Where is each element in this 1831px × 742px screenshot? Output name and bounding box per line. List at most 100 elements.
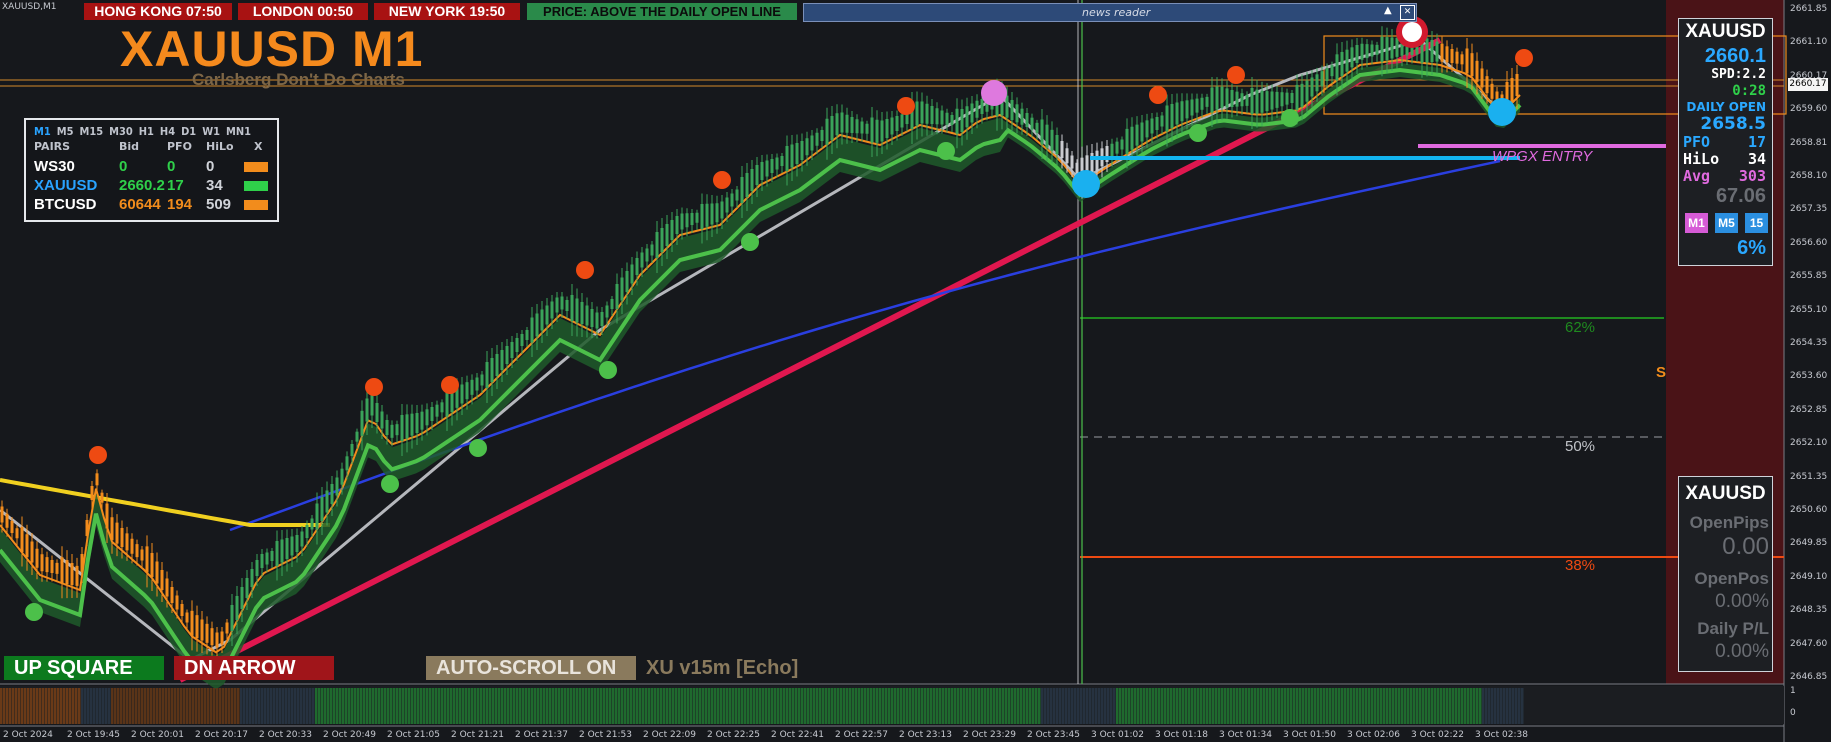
- time-axis-label: 2 Oct 19:45: [67, 730, 120, 740]
- pink-dot: [981, 80, 1007, 106]
- histogram-bar: [1272, 688, 1275, 724]
- tf-button-m1[interactable]: M1: [1685, 213, 1708, 233]
- histogram-bar: [1380, 688, 1383, 724]
- histogram-bar: [1437, 688, 1440, 724]
- histogram-bar: [1173, 688, 1176, 724]
- histogram-bar: [903, 688, 906, 724]
- candle-body: [370, 394, 374, 416]
- histogram-bar: [474, 688, 477, 724]
- chart-window-tab[interactable]: XAUUSD,M1: [2, 2, 57, 12]
- histogram-bar: [834, 688, 837, 724]
- histogram-bar: [855, 688, 858, 724]
- candle-body: [1225, 88, 1229, 108]
- price-axis-label: 2655.85: [1790, 271, 1828, 282]
- candle-body: [590, 309, 594, 327]
- histogram-bar: [1182, 688, 1185, 724]
- histogram-bar: [213, 688, 216, 724]
- histogram-bar: [1068, 688, 1071, 724]
- minimize-icon[interactable]: ▲: [1384, 5, 1392, 16]
- tf-d1[interactable]: D1: [181, 125, 196, 138]
- histogram-bar: [1122, 688, 1125, 724]
- autoscroll-button[interactable]: AUTO-SCROLL ON: [426, 656, 636, 680]
- candle-body: [1260, 90, 1264, 113]
- pair-row[interactable]: XAUUSD 2660.2 17 34: [34, 176, 274, 195]
- candle-body: [1130, 126, 1134, 150]
- histogram-bar: [549, 688, 552, 724]
- candle-body: [325, 490, 329, 513]
- tf-button-15[interactable]: 15: [1745, 213, 1768, 233]
- tf-h4[interactable]: H4: [160, 125, 175, 138]
- buy-dot: [469, 439, 487, 457]
- histogram-bar: [516, 688, 519, 724]
- histogram-bar: [72, 688, 75, 724]
- histogram-bar: [393, 688, 396, 724]
- histogram-bar: [561, 688, 564, 724]
- histogram-bar: [774, 688, 777, 724]
- candle-body: [1275, 91, 1279, 108]
- histogram-bar: [228, 688, 231, 724]
- histogram-bar: [1455, 688, 1458, 724]
- tf-button-m5[interactable]: M5: [1715, 213, 1738, 233]
- candle-body: [605, 305, 609, 318]
- histogram-bar: [348, 688, 351, 724]
- tf-m1[interactable]: M1: [34, 125, 51, 138]
- histogram-bar: [1011, 688, 1014, 724]
- candle-body: [495, 354, 499, 376]
- time-axis-label: 2 Oct 22:41: [771, 730, 824, 740]
- col-hilo: HiLo: [206, 140, 234, 153]
- candle-body: [645, 248, 649, 262]
- histogram-bar: [582, 688, 585, 724]
- candle-body: [275, 541, 279, 566]
- pairs-dashboard: M1 M5 M15 M30 H1 H4 D1 W1 MN1 PAIRS Bid …: [24, 118, 279, 222]
- histogram-bar: [1269, 688, 1272, 724]
- histogram-bar: [726, 688, 729, 724]
- candle-body: [150, 553, 154, 577]
- pair-row[interactable]: WS30 0 0 0: [34, 157, 274, 176]
- tf-h1[interactable]: H1: [139, 125, 154, 138]
- candle-body: [240, 587, 244, 609]
- tf-m5[interactable]: M5: [57, 125, 74, 138]
- histogram-bar: [1227, 688, 1230, 724]
- col-pairs: PAIRS: [34, 140, 71, 153]
- candle-body: [1375, 44, 1379, 55]
- histogram-bar: [369, 688, 372, 724]
- tf-m15[interactable]: M15: [80, 125, 104, 138]
- candle-body: [95, 473, 99, 486]
- candle-body: [1445, 46, 1449, 63]
- histogram-bar: [1221, 688, 1224, 724]
- sub-axis-label: 0: [1790, 708, 1796, 718]
- tf-mn1[interactable]: MN1: [226, 125, 251, 138]
- candle-body: [40, 554, 44, 572]
- histogram-bar: [591, 688, 594, 724]
- histogram-bar: [1404, 688, 1407, 724]
- close-icon[interactable]: ✕: [1400, 5, 1415, 20]
- price-axis-label: 2659.60: [1790, 104, 1828, 115]
- dn-arrow-button[interactable]: DN ARROW: [174, 656, 334, 680]
- histogram-bar: [1473, 688, 1476, 724]
- candle-body: [650, 244, 654, 256]
- pair-row[interactable]: BTCUSD 60644 194 509: [34, 195, 274, 214]
- candle-body: [125, 533, 129, 551]
- pair-bid: 60644: [119, 196, 161, 213]
- histogram-bar: [606, 688, 609, 724]
- histogram-bar: [963, 688, 966, 724]
- candle-body: [830, 116, 834, 140]
- candle-body: [1060, 141, 1064, 158]
- histogram-bar: [930, 688, 933, 724]
- histogram-bar: [414, 688, 417, 724]
- candle-body: [515, 338, 519, 352]
- candle-body: [1065, 148, 1069, 164]
- histogram-bar: [1491, 688, 1494, 724]
- tf-w1[interactable]: W1: [202, 125, 220, 138]
- news-reader-bar[interactable]: news reader ▲ ✕: [803, 3, 1417, 22]
- s-marker-label: S: [1656, 364, 1667, 381]
- up-square-button[interactable]: UP SQUARE: [4, 656, 164, 680]
- time-axis-label: 2 Oct 21:37: [515, 730, 568, 740]
- price-chart[interactable]: [0, 0, 1831, 742]
- tf-m30[interactable]: M30: [109, 125, 133, 138]
- candle-body: [1115, 141, 1119, 154]
- histogram-bar: [9, 688, 12, 724]
- histogram-bar: [132, 688, 135, 724]
- candle-body: [690, 213, 694, 225]
- histogram-bar: [1497, 688, 1500, 724]
